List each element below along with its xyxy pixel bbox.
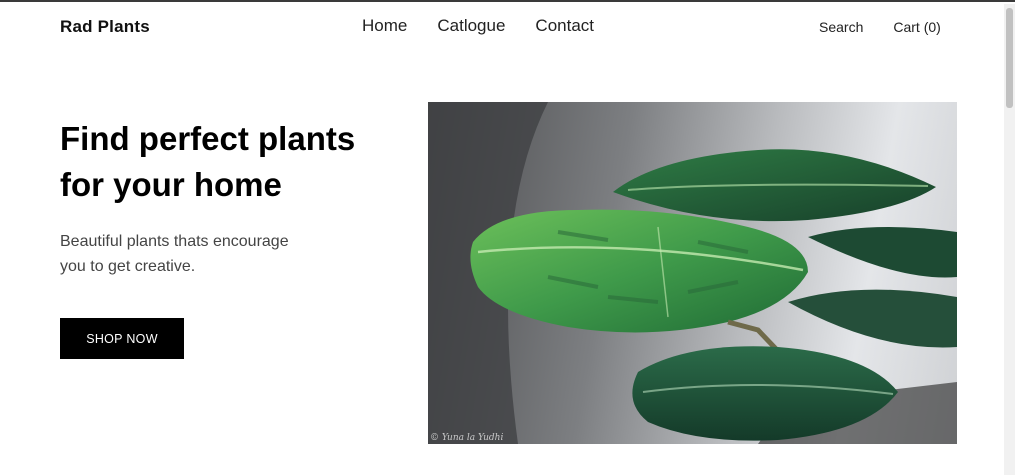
- hero-subtitle: Beautiful plants thats encourage you to …: [60, 229, 340, 279]
- hero-title-line-1: Find perfect plants: [60, 120, 356, 157]
- hero-title: Find perfect plants for your home: [60, 116, 400, 208]
- search-link[interactable]: Search: [819, 19, 863, 35]
- scrollbar-thumb[interactable]: [1006, 8, 1013, 108]
- monstera-plant-icon: © Yuna la Yudhi: [428, 102, 957, 444]
- cart-link[interactable]: Cart (0): [893, 19, 940, 35]
- monstera-plant-image: © Yuna la Yudhi: [428, 102, 957, 444]
- nav-contact-link[interactable]: Contact: [535, 16, 594, 36]
- page-scrollbar[interactable]: [1004, 4, 1015, 475]
- hero-subtitle-line-1: Beautiful plants thats encourage: [60, 233, 289, 250]
- hero-subtitle-line-2: you to get creative.: [60, 258, 196, 275]
- nav-home-link[interactable]: Home: [362, 16, 407, 36]
- nav-catalogue-link[interactable]: Catlogue: [437, 16, 505, 36]
- svg-text:© Yuna la Yudhi: © Yuna la Yudhi: [430, 433, 503, 443]
- site-logo[interactable]: Rad Plants: [60, 17, 150, 37]
- main-nav: Home Catlogue Contact: [362, 16, 594, 36]
- hero-title-line-2: for your home: [60, 166, 282, 203]
- shop-now-button[interactable]: SHOP NOW: [60, 318, 184, 359]
- landing-page: Rad Plants Home Catlogue Contact Search …: [0, 0, 1015, 475]
- utility-nav: Search Cart (0): [819, 19, 941, 35]
